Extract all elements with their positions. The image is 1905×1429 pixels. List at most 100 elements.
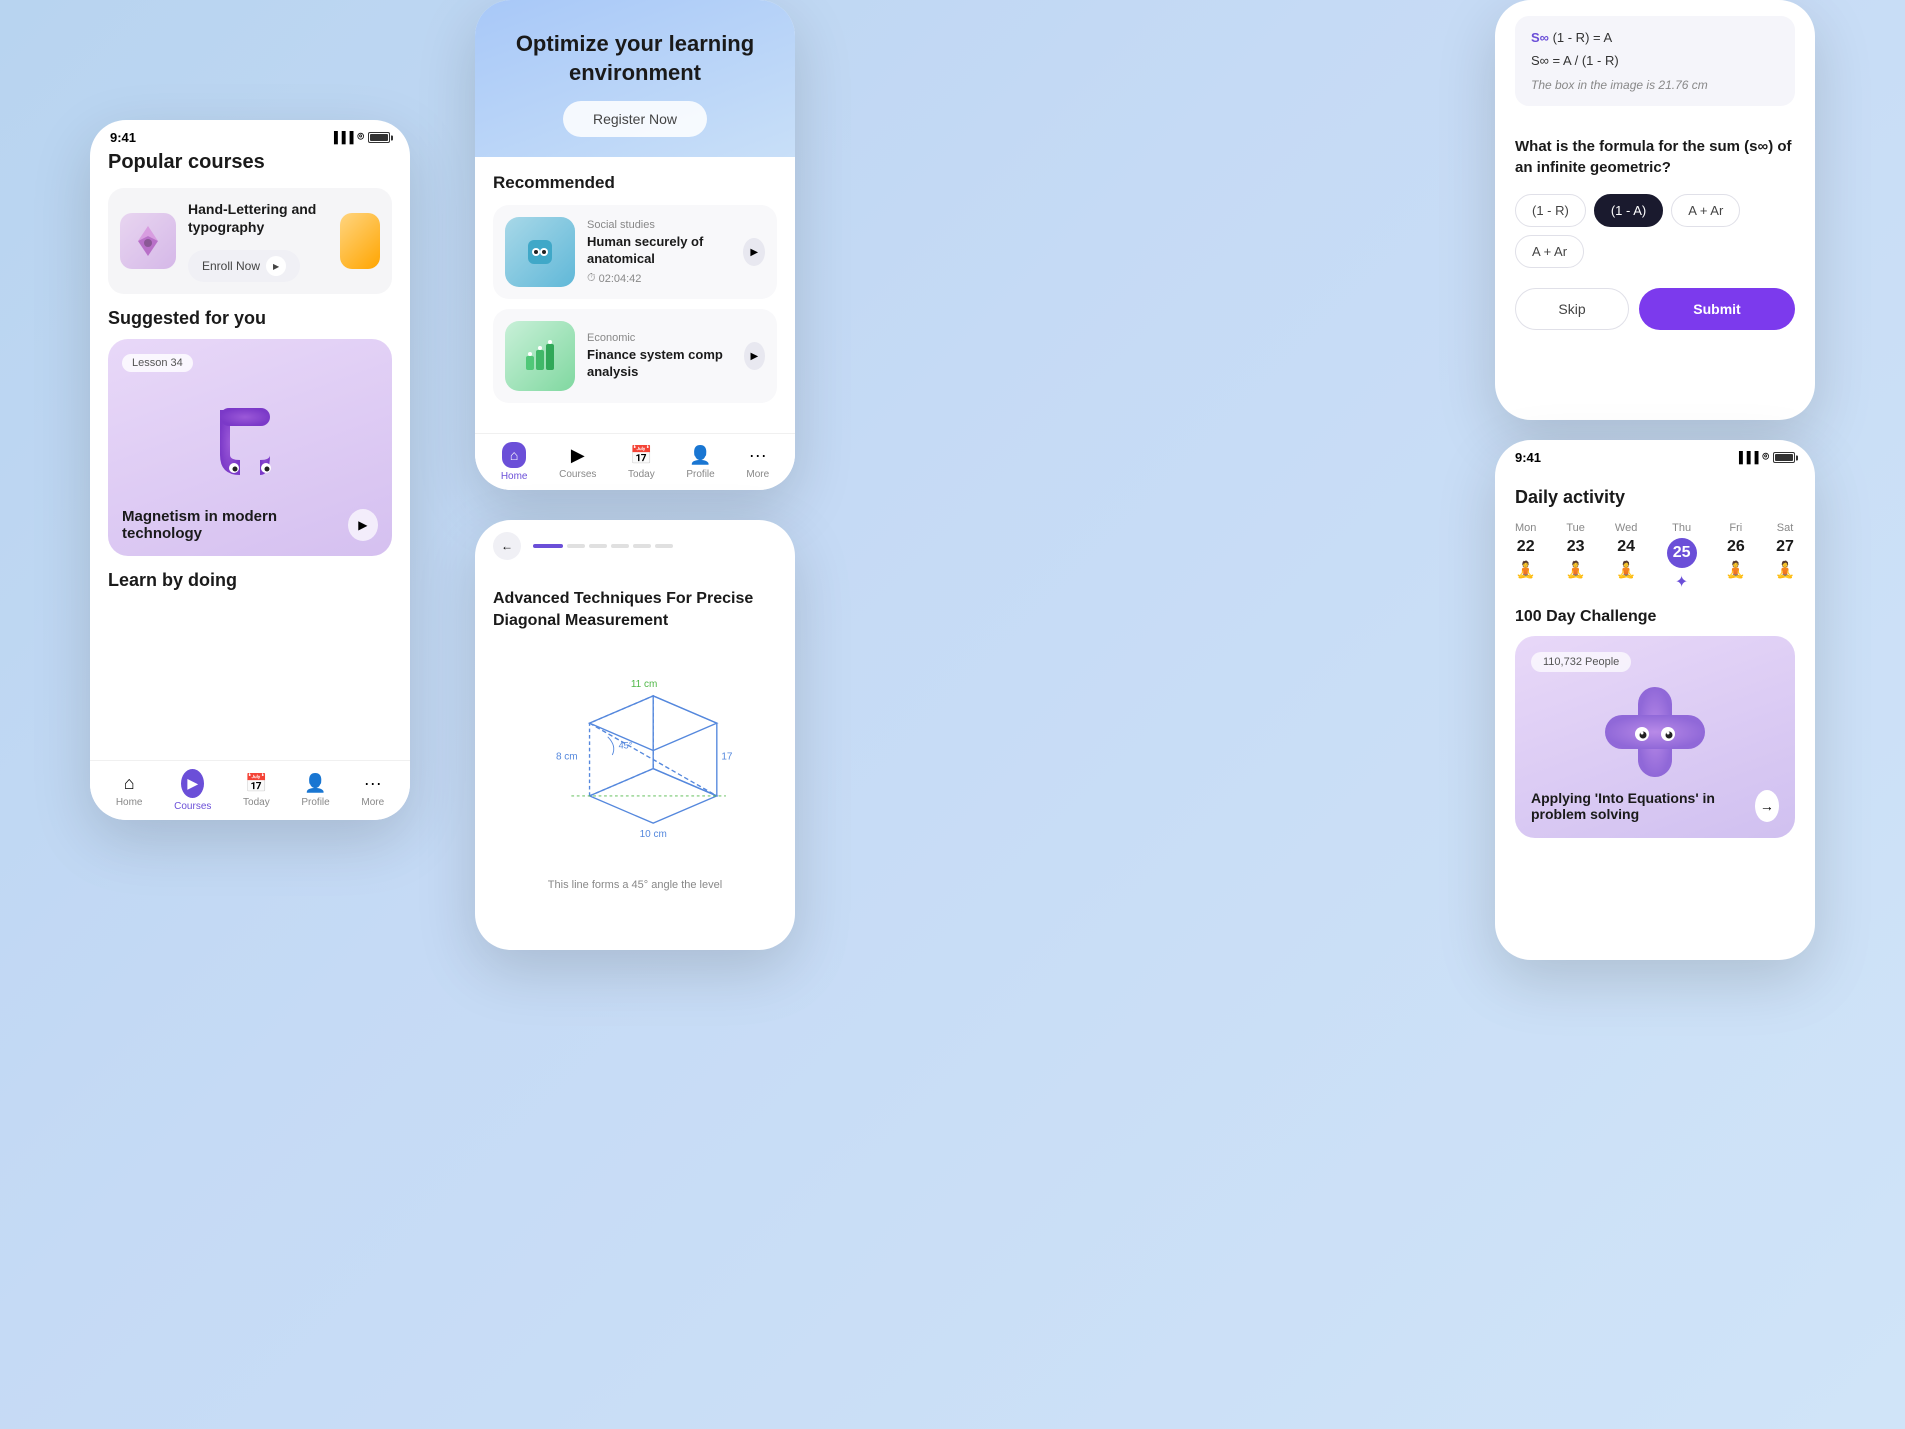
popular-courses-title: Popular courses <box>108 151 392 174</box>
cal-thu: Thu 25 ✦ <box>1667 522 1697 592</box>
formula-note: The box in the image is 21.76 cm <box>1531 78 1779 92</box>
hero-section: Optimize your learning environment Regis… <box>475 0 795 157</box>
rec-info-1: Social studies Human securely of anatomi… <box>587 219 731 285</box>
rec-time-1: ⏱02:04:42 <box>587 272 731 285</box>
rec-card-2: Economic Finance system comp analysis ▶ <box>493 309 777 403</box>
cal-wed: Wed 24 🧘 <box>1615 522 1637 592</box>
nav-profile-1[interactable]: 👤 Profile <box>301 773 329 808</box>
question-section: What is the formula for the sum (s∞) of … <box>1495 136 1815 346</box>
status-icons-1: ▐▐▐ ⌾ <box>330 131 390 144</box>
suggested-footer: Magnetism in modern technology ▶ <box>122 508 378 542</box>
people-badge: 110,732 People <box>1531 652 1631 672</box>
courses-icon: ▶ <box>187 775 198 792</box>
p3-course-title: Advanced Techniques For Precise Diagonal… <box>493 588 777 633</box>
rec-name-2: Finance system comp analysis <box>587 347 732 381</box>
label-top: 11 cm <box>631 679 658 690</box>
nav-more-1[interactable]: ··· More <box>361 773 384 808</box>
home-icon-2: ⌂ <box>510 447 518 463</box>
cross-illustration <box>1531 682 1779 782</box>
formula-2: S∞ = A / (1 - R) <box>1531 53 1779 68</box>
phone-5: 9:41 ▐▐▐ ⌾ Daily activity Mon 22 🧘 Tue 2… <box>1495 440 1815 960</box>
status-bar-5: 9:41 ▐▐▐ ⌾ <box>1495 440 1815 471</box>
nav-today-2[interactable]: 📅 Today <box>628 445 655 480</box>
time-5: 9:41 <box>1515 450 1541 465</box>
learn-title: Learn by doing <box>108 570 392 591</box>
question-text: What is the formula for the sum (s∞) of … <box>1515 136 1795 178</box>
recommended-title: Recommended <box>493 173 777 193</box>
rec-name-1: Human securely of anatomical <box>587 234 731 268</box>
nav-home-2[interactable]: ⌂ Home <box>501 442 528 482</box>
challenge-arrow-button[interactable]: → <box>1755 790 1779 822</box>
back-button[interactable]: ← <box>493 532 521 560</box>
course-thumb-1 <box>120 213 176 269</box>
label-right: 17 cm <box>721 751 735 762</box>
phone-4: S∞ (1 - R) = A S∞ = A / (1 - R) The box … <box>1495 0 1815 420</box>
status-icons-5: ▐▐▐ ⌾ <box>1735 451 1795 464</box>
course-name-1: Hand-Lettering and typography <box>188 200 328 236</box>
diagram-note: This line forms a 45° angle the level <box>493 871 777 899</box>
cal-fri: Fri 26 🧘 <box>1726 522 1746 592</box>
daily-title: Daily activity <box>1515 487 1795 508</box>
phone-2: Optimize your learning environment Regis… <box>475 0 795 490</box>
option-2[interactable]: (1 - A) <box>1594 194 1663 227</box>
signal-icon-5: ▐▐▐ <box>1735 452 1758 464</box>
battery-icon <box>368 132 390 143</box>
status-bar-1: 9:41 ▐▐▐ ⌾ <box>90 120 410 151</box>
cal-sat: Sat 27 🧘 <box>1775 522 1795 592</box>
play-btn-rec2[interactable]: ▶ <box>744 342 765 370</box>
nav-today-1[interactable]: 📅 Today <box>243 773 270 808</box>
option-4[interactable]: A + Ar <box>1515 235 1584 268</box>
calendar-row: Mon 22 🧘 Tue 23 🧘 Wed 24 🧘 Thu 25 ✦ Fri <box>1515 522 1795 592</box>
rec-card-1: Social studies Human securely of anatomi… <box>493 205 777 299</box>
nav-more-2[interactable]: ··· More <box>746 445 769 480</box>
more-icon-2: ··· <box>749 445 767 466</box>
skip-button[interactable]: Skip <box>1515 288 1629 330</box>
challenge-card: 110,732 People <box>1515 636 1795 838</box>
p3-content: Advanced Techniques For Precise Diagonal… <box>475 572 795 915</box>
profile-icon: 👤 <box>304 773 326 794</box>
hero-title: Optimize your learning environment <box>499 30 771 87</box>
bottom-nav-1: ⌂ Home ▶ Courses 📅 Today 👤 Profile ··· M… <box>90 760 410 820</box>
option-1[interactable]: (1 - R) <box>1515 194 1586 227</box>
more-icon: ··· <box>364 773 382 794</box>
nav-profile-2[interactable]: 👤 Profile <box>686 445 714 480</box>
time-1: 9:41 <box>110 130 136 145</box>
wifi-icon-5: ⌾ <box>1762 451 1769 464</box>
geometry-diagram: 11 cm 17 cm 8 cm 10 cm 45° <box>493 649 777 861</box>
answer-options: (1 - R) (1 - A) A + Ar A + Ar <box>1515 194 1795 268</box>
magnet-illustration <box>122 380 378 500</box>
submit-button[interactable]: Submit <box>1639 288 1795 330</box>
today-icon: 📅 <box>245 773 267 794</box>
label-angle: 45° <box>619 740 633 750</box>
nav-courses-2[interactable]: ▶ Courses <box>559 445 596 480</box>
rec-category-2: Economic <box>587 332 732 344</box>
nav-home-1[interactable]: ⌂ Home <box>116 773 143 808</box>
suggested-card: Lesson 34 <box>108 339 392 556</box>
today-icon-2: 📅 <box>630 445 652 466</box>
home-icon: ⌂ <box>124 773 135 794</box>
enroll-button[interactable]: Enroll Now ▶ <box>188 250 300 282</box>
signal-icon: ▐▐▐ <box>330 132 353 144</box>
p3-header: ← <box>475 520 795 572</box>
play-button-suggested[interactable]: ▶ <box>348 509 378 541</box>
p5-content: Daily activity Mon 22 🧘 Tue 23 🧘 Wed 24 … <box>1495 471 1815 854</box>
challenge-section: 100 Day Challenge 110,732 People <box>1515 608 1795 838</box>
option-3[interactable]: A + Ar <box>1671 194 1740 227</box>
orange-thumb <box>340 213 380 269</box>
action-buttons: Skip Submit <box>1515 288 1795 330</box>
progress-dots <box>533 544 777 548</box>
nav-courses-1[interactable]: ▶ Courses <box>174 769 211 812</box>
formula-1: S∞ (1 - R) = A <box>1531 30 1779 45</box>
suggested-title: Suggested for you <box>108 308 392 329</box>
lesson-badge: Lesson 34 <box>122 354 193 372</box>
register-button[interactable]: Register Now <box>563 101 707 137</box>
play-btn-rec1[interactable]: ▶ <box>743 238 765 266</box>
p4-content: S∞ (1 - R) = A S∞ = A / (1 - R) The box … <box>1495 0 1815 136</box>
challenge-footer: Applying 'Into Equations' in problem sol… <box>1531 790 1779 822</box>
bottom-nav-2: ⌂ Home ▶ Courses 📅 Today 👤 Profile ··· M… <box>475 433 795 490</box>
rec-category-1: Social studies <box>587 219 731 231</box>
recommended-section: Recommended Social studies Human securel… <box>475 157 795 429</box>
course-card-1: Hand-Lettering and typography Enroll Now… <box>108 188 392 294</box>
course-info-1: Hand-Lettering and typography Enroll Now… <box>188 200 328 282</box>
rec-thumb-1 <box>505 217 575 287</box>
